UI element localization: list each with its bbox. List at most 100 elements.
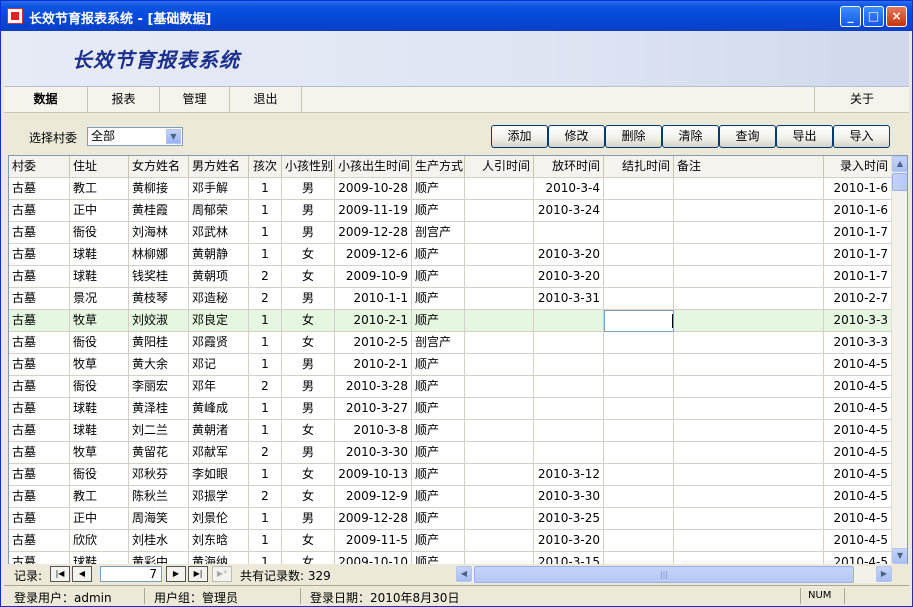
cell-delivery[interactable]: 顺产: [412, 354, 465, 376]
cell-iud-date[interactable]: 2010-3-20: [534, 244, 604, 266]
cell-abortion-date[interactable]: [465, 442, 534, 464]
scroll-up-icon[interactable]: ▲: [892, 156, 907, 172]
table-row[interactable]: 古墓 景况 黄枝琴 邓造秘 2 男 2010-1-1 顺产 2010-3-31 2010-2-7: [9, 288, 892, 310]
cell-male-name[interactable]: 邓振学: [189, 486, 249, 508]
cell-village[interactable]: 古墓: [9, 310, 70, 332]
cell-child-order[interactable]: 1: [249, 398, 282, 420]
cell-female-name[interactable]: 李丽宏: [129, 376, 189, 398]
cell-abortion-date[interactable]: [465, 376, 534, 398]
cell-entry-date[interactable]: 2010-4-5: [824, 376, 892, 398]
cell-address[interactable]: 正中: [70, 508, 129, 530]
cell-male-name[interactable]: 周郁荣: [189, 200, 249, 222]
cell-iud-date[interactable]: [534, 332, 604, 354]
cell-entry-date[interactable]: 2010-2-7: [824, 288, 892, 310]
cell-child-order[interactable]: 2: [249, 376, 282, 398]
maximize-button[interactable]: □: [863, 6, 884, 27]
cell-birth-date[interactable]: 2010-2-1: [335, 310, 412, 332]
table-row[interactable]: 古墓 正中 黄桂霞 周郁荣 1 男 2009-11-19 顺产 2010-3-24 2010-1-…: [9, 200, 892, 222]
cell-address[interactable]: 球鞋: [70, 420, 129, 442]
cell-male-name[interactable]: 刘东晗: [189, 530, 249, 552]
table-row[interactable]: 古墓 牧草 黄大余 邓记 1 男 2010-2-1 顺产 2010-4-5: [9, 354, 892, 376]
cell-child-sex[interactable]: 男: [282, 200, 335, 222]
cell-entry-date[interactable]: 2010-1-7: [824, 266, 892, 288]
cell-child-order[interactable]: 1: [249, 200, 282, 222]
cell-notes[interactable]: [674, 442, 824, 464]
cell-male-name[interactable]: 黄峰成: [189, 398, 249, 420]
cell-female-name[interactable]: 刘海林: [129, 222, 189, 244]
cell-village[interactable]: 古墓: [9, 222, 70, 244]
cell-child-order[interactable]: 1: [249, 244, 282, 266]
cell-notes[interactable]: [674, 288, 824, 310]
cell-female-name[interactable]: 黄枝琴: [129, 288, 189, 310]
cell-female-name[interactable]: 林柳娜: [129, 244, 189, 266]
cell-delivery[interactable]: 顺产: [412, 288, 465, 310]
table-row[interactable]: 古墓 教工 黄柳接 邓手解 1 男 2009-10-28 顺产 2010-3-4 2010-1-6: [9, 178, 892, 200]
vertical-scrollbar[interactable]: ▲ ▼: [891, 156, 907, 564]
cell-female-name[interactable]: 周海笑: [129, 508, 189, 530]
cell-delivery[interactable]: 顺产: [412, 310, 465, 332]
cell-iud-date[interactable]: 2010-3-12: [534, 464, 604, 486]
cell-village[interactable]: 古墓: [9, 178, 70, 200]
cell-child-order[interactable]: 1: [249, 222, 282, 244]
cell-address[interactable]: 牧草: [70, 442, 129, 464]
cell-address[interactable]: 牧草: [70, 310, 129, 332]
cell-iud-date[interactable]: 2010-3-4: [534, 178, 604, 200]
cell-child-sex[interactable]: 女: [282, 266, 335, 288]
cell-male-name[interactable]: 邓献军: [189, 442, 249, 464]
cell-village[interactable]: 古墓: [9, 354, 70, 376]
cell-iud-date[interactable]: [534, 376, 604, 398]
cell-entry-date[interactable]: 2010-4-5: [824, 530, 892, 552]
cell-child-order[interactable]: 1: [249, 464, 282, 486]
cell-female-name[interactable]: 刘桂水: [129, 530, 189, 552]
cell-ligation-date[interactable]: [604, 486, 674, 508]
cell-male-name[interactable]: 黄朝项: [189, 266, 249, 288]
village-select[interactable]: 全部 ▼: [87, 127, 183, 146]
cell-ligation-date[interactable]: [604, 530, 674, 552]
cell-child-sex[interactable]: 女: [282, 530, 335, 552]
cell-iud-date[interactable]: [534, 354, 604, 376]
cell-notes[interactable]: [674, 376, 824, 398]
cell-abortion-date[interactable]: [465, 332, 534, 354]
cell-notes[interactable]: [674, 332, 824, 354]
cell-address[interactable]: 衙役: [70, 332, 129, 354]
cell-notes[interactable]: [674, 222, 824, 244]
cell-iud-date[interactable]: 2010-3-30: [534, 486, 604, 508]
cell-delivery[interactable]: 顺产: [412, 178, 465, 200]
cell-child-sex[interactable]: 女: [282, 310, 335, 332]
delete-button[interactable]: 删除: [605, 125, 662, 148]
next-record-icon[interactable]: ▶: [166, 566, 186, 582]
cell-child-order[interactable]: 1: [249, 332, 282, 354]
current-record-input[interactable]: 7: [100, 566, 162, 582]
cell-ligation-date[interactable]: [604, 310, 674, 332]
table-row[interactable]: 古墓 衙役 李丽宏 邓年 2 男 2010-3-28 顺产 2010-4-5: [9, 376, 892, 398]
col-header-child-order[interactable]: 孩次: [249, 156, 282, 178]
horizontal-scrollbar[interactable]: ◀ ||| ▶: [456, 566, 892, 583]
cell-abortion-date[interactable]: [465, 420, 534, 442]
cell-village[interactable]: 古墓: [9, 332, 70, 354]
cell-child-order[interactable]: 1: [249, 530, 282, 552]
cell-entry-date[interactable]: 2010-4-5: [824, 420, 892, 442]
col-header-iud-date[interactable]: 放环时间: [534, 156, 604, 178]
cell-birth-date[interactable]: 2010-2-1: [335, 354, 412, 376]
cell-village[interactable]: 古墓: [9, 266, 70, 288]
cell-female-name[interactable]: 黄留花: [129, 442, 189, 464]
cell-delivery[interactable]: 顺产: [412, 244, 465, 266]
cell-ligation-date[interactable]: [604, 464, 674, 486]
cell-ligation-date[interactable]: [604, 244, 674, 266]
col-header-birth-date[interactable]: 小孩出生时间: [335, 156, 412, 178]
cell-entry-date[interactable]: 2010-4-5: [824, 486, 892, 508]
cell-child-sex[interactable]: 男: [282, 442, 335, 464]
cell-child-sex[interactable]: 男: [282, 178, 335, 200]
cell-notes[interactable]: [674, 508, 824, 530]
cell-female-name[interactable]: 钱奖桂: [129, 266, 189, 288]
cell-male-name[interactable]: 李如眼: [189, 464, 249, 486]
cell-delivery[interactable]: 顺产: [412, 486, 465, 508]
cell-birth-date[interactable]: 2009-10-28: [335, 178, 412, 200]
horizontal-scroll-thumb[interactable]: |||: [474, 566, 854, 583]
cell-notes[interactable]: [674, 486, 824, 508]
table-row[interactable]: 古墓 衙役 邓秋芬 李如眼 1 女 2009-10-13 顺产 2010-3-12 2010-4-…: [9, 464, 892, 486]
col-header-entry-date[interactable]: 录入时间: [824, 156, 892, 178]
cell-female-name[interactable]: 刘姣淑: [129, 310, 189, 332]
cell-village[interactable]: 古墓: [9, 288, 70, 310]
query-button[interactable]: 查询: [719, 125, 776, 148]
